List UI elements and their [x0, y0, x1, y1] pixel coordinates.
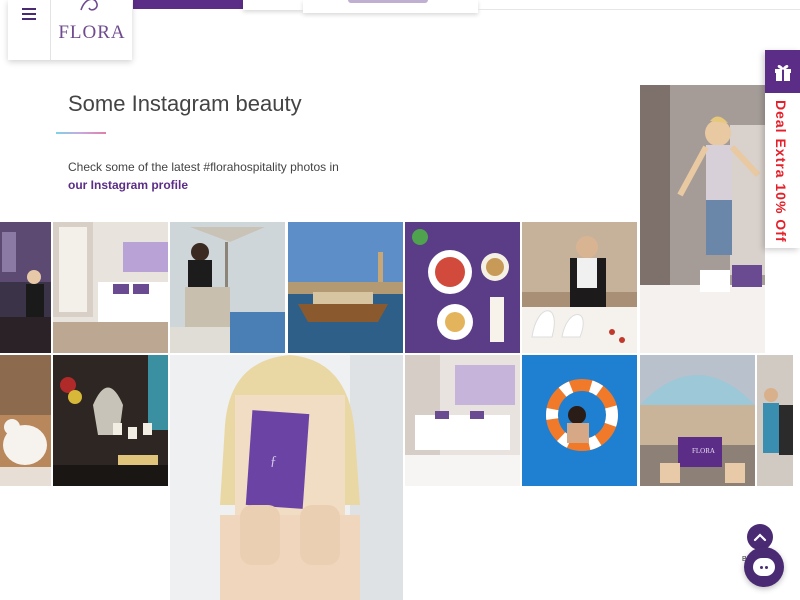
gallery-photo-woman-holding-card[interactable]: ƒ: [170, 355, 403, 600]
gallery-photo-mall-card[interactable]: FLORA: [640, 355, 755, 486]
section-title: Some Instagram beauty: [68, 91, 302, 116]
photo-image: [0, 222, 51, 353]
title-underline: [56, 132, 106, 134]
gallery-photo-towel-animal[interactable]: [0, 355, 51, 486]
nav-divider: [478, 9, 800, 10]
chevron-up-icon: [753, 533, 767, 542]
gallery-photo-breakfast-table[interactable]: [405, 222, 520, 353]
brand-name: FLORA: [58, 22, 126, 43]
card-brand-text: FLORA: [692, 447, 715, 455]
gallery-photo-butler-towel-swans[interactable]: [522, 222, 637, 353]
chat-icon: [753, 558, 775, 576]
intro-text: Check some of the latest #florahospitali…: [68, 160, 339, 174]
gallery-photo-arabic-coffee[interactable]: [53, 355, 168, 486]
nav-pill: [348, 0, 428, 3]
chat-button[interactable]: [744, 547, 784, 587]
photo-image: [288, 222, 403, 353]
photo-image: [522, 222, 637, 353]
section-intro: Check some of the latest #florahospitali…: [68, 158, 368, 194]
nav-card-booking[interactable]: [303, 0, 478, 13]
photo-image: [522, 355, 637, 486]
hamburger-icon: [22, 4, 36, 23]
nav-tab-active[interactable]: [133, 0, 243, 9]
header-logo-box: FLORA: [8, 0, 132, 60]
gallery-photo-woman-jumping-on-bed[interactable]: [640, 85, 765, 353]
nav-card[interactable]: [243, 0, 303, 10]
photo-image: [757, 355, 793, 486]
photo-image: [405, 222, 520, 353]
menu-button[interactable]: [8, 0, 51, 60]
instagram-profile-link[interactable]: our Instagram profile: [68, 178, 188, 192]
gallery-photo-staff-team[interactable]: [757, 355, 793, 486]
svg-text:ƒ: ƒ: [270, 454, 277, 469]
photo-image: [53, 355, 168, 486]
photo-image: [53, 222, 168, 353]
gallery-photo-hotel-bedroom[interactable]: [53, 222, 168, 353]
scroll-to-top-button[interactable]: [747, 524, 773, 550]
gallery-photo-staff-at-desk[interactable]: [0, 222, 51, 353]
brand-logo[interactable]: FLORA: [52, 0, 132, 60]
photo-image: [405, 355, 520, 486]
flora-monogram-icon: [80, 0, 98, 11]
photo-image: [640, 85, 765, 353]
deal-label: Deal Extra 10% Off: [773, 100, 789, 243]
deal-side-tab[interactable]: Deal Extra 10% Off: [765, 50, 800, 248]
gallery-photo-twin-bedroom[interactable]: [405, 355, 520, 486]
photo-image: [170, 222, 285, 353]
photo-image: [0, 355, 51, 486]
gallery-photo-woman-at-pool[interactable]: [170, 222, 285, 353]
gallery-photo-dhow-boat[interactable]: [288, 222, 403, 353]
photo-image: ƒ: [170, 355, 403, 600]
gallery-photo-pool-float[interactable]: [522, 355, 637, 486]
gift-icon: [765, 50, 800, 93]
photo-image: FLORA: [640, 355, 755, 486]
